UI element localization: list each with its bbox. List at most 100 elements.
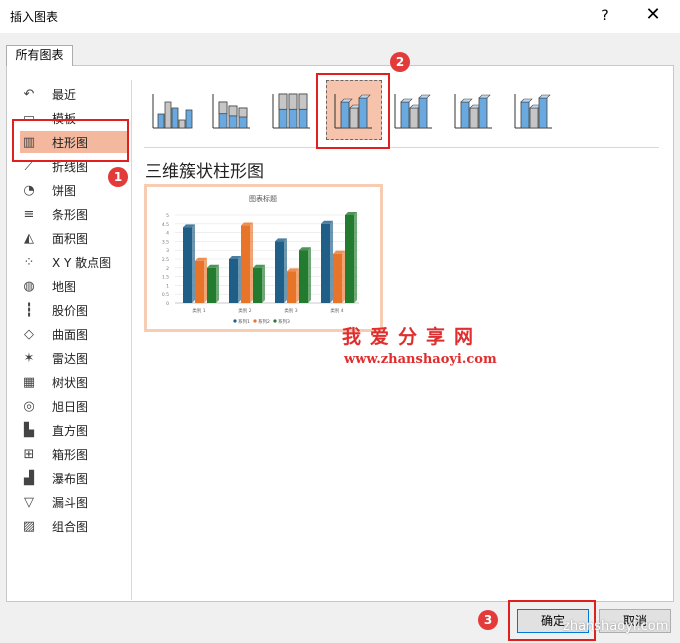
sidebar-item-funnel-chart[interactable]: ▽ 漏斗图 — [20, 491, 128, 513]
preview-y-tick: 1 — [166, 283, 169, 289]
scatter-chart-icon: ⁘ — [23, 254, 35, 270]
preview-bar-side — [204, 257, 207, 303]
preview-legend-label: 系列2 — [258, 318, 270, 325]
preview-bar-side — [262, 264, 265, 303]
title-bar — [0, 0, 680, 33]
subtype-3d-column[interactable] — [506, 80, 562, 140]
subtype-separator — [144, 147, 659, 148]
sidebar-item-label: 面积图 — [52, 231, 89, 246]
subtype-stacked-column-icon — [212, 94, 250, 129]
preview-bar-side — [216, 264, 219, 303]
preview-bar — [287, 271, 296, 303]
waterfall-chart-icon: ▟ — [24, 470, 34, 486]
preview-bar — [229, 259, 238, 303]
watermark-corner: zhanshaoyi.com — [563, 619, 669, 634]
sidebar-item-combo-chart[interactable]: ▨ 组合图 — [20, 515, 128, 537]
preview-y-tick: 0.5 — [162, 292, 169, 298]
preview-bar — [333, 253, 342, 303]
radar-chart-icon: ✶ — [23, 350, 35, 366]
close-button[interactable]: ✕ — [640, 4, 666, 28]
preview-bar — [345, 215, 354, 303]
preview-bar-side — [250, 222, 253, 303]
preview-bar — [195, 260, 204, 303]
sidebar-item-box-whisker-chart[interactable]: ⊞ 箱形图 — [20, 443, 128, 465]
pie-chart-icon: ◔ — [23, 182, 35, 198]
preview-bar — [253, 267, 262, 303]
preview-bar-side — [284, 238, 287, 303]
sidebar-item-stock-chart[interactable]: ┇ 股价图 — [20, 299, 128, 321]
preview-bar — [275, 241, 284, 303]
sidebar-item-label: 条形图 — [52, 207, 89, 222]
preview-bar-side — [308, 247, 311, 303]
sidebar-item-bar-chart[interactable]: ≡ 条形图 — [20, 203, 128, 225]
sidebar-item-radar-chart[interactable]: ✶ 雷达图 — [20, 347, 128, 369]
sidebar-item-scatter-chart[interactable]: ⁘ X Y 散点图 — [20, 251, 128, 273]
sidebar-divider — [131, 80, 132, 600]
preview-legend-label: 系列3 — [278, 318, 290, 325]
preview-bar — [299, 250, 308, 303]
sidebar-item-label: 漏斗图 — [52, 495, 89, 510]
preview-legend-label: 系列1 — [238, 318, 250, 325]
preview-y-tick: 4.5 — [162, 222, 169, 228]
preview-y-tick: 4 — [166, 231, 169, 237]
sidebar-item-label: 饼图 — [52, 183, 77, 198]
preview-legend-swatch — [233, 319, 237, 323]
sidebar-item-histogram-chart[interactable]: ▙ 直方图 — [20, 419, 128, 441]
highlight-box-subtype — [316, 73, 390, 149]
sidebar-item-label: 树状图 — [52, 375, 89, 390]
preview-y-tick: 1.5 — [162, 275, 169, 281]
subtype-heading: 三维簇状柱形图 — [145, 162, 264, 182]
preview-x-tick: 类别 3 — [284, 307, 297, 314]
preview-y-tick: 3.5 — [162, 239, 169, 245]
sidebar-item-map-chart[interactable]: ◍ 地图 — [20, 275, 128, 297]
preview-legend-swatch — [253, 319, 257, 323]
subtype-100-stacked-column-icon — [272, 93, 310, 129]
preview-y-tick: 0 — [166, 301, 169, 307]
preview-bar — [241, 225, 250, 303]
sidebar-item-label: 箱形图 — [52, 447, 89, 462]
subtype-100-stacked-column[interactable] — [264, 80, 320, 140]
histogram-chart-icon: ▙ — [24, 422, 34, 438]
subtype-3d-column-icon — [514, 94, 552, 129]
subtype-clustered-column[interactable] — [144, 80, 200, 140]
subtype-3d-100-stacked-column-icon — [454, 94, 492, 129]
help-button[interactable]: ? — [592, 4, 618, 28]
subtype-3d-stacked-column-icon — [394, 94, 432, 129]
sidebar-item-surface-chart[interactable]: ◇ 曲面图 — [20, 323, 128, 345]
preview-chart-title: 图表标题 — [249, 194, 277, 203]
sidebar-item-recent[interactable]: ↶ 最近 — [20, 83, 128, 105]
subtype-3d-100-stacked-column[interactable] — [446, 80, 502, 140]
combo-chart-icon: ▨ — [22, 518, 36, 534]
bar-chart-icon: ≡ — [23, 206, 35, 222]
subtype-3d-stacked-column[interactable] — [386, 80, 442, 140]
preview-y-tick: 2.5 — [162, 257, 169, 263]
sidebar-item-area-chart[interactable]: ◭ 面积图 — [20, 227, 128, 249]
chart-preview[interactable]: 图表标题 0 0.5 1 1.5 2 2.5 3 3.5 4 4.5 5 类别 1 类别 2 类别 3 类别 … — [144, 184, 383, 332]
preview-y-tick: 3 — [166, 248, 169, 254]
watermark-text: 我爱分享网 — [342, 326, 483, 348]
preview-bar-side — [296, 268, 299, 303]
step-badge-2: 2 — [390, 52, 410, 72]
sidebar-item-label: 股价图 — [52, 303, 89, 318]
tab-all-charts[interactable]: 所有图表 — [6, 45, 73, 66]
highlight-box-sidebar — [12, 119, 129, 162]
preview-y-tick: 5 — [166, 213, 169, 219]
preview-x-tick: 类别 4 — [330, 307, 343, 314]
sidebar-item-sunburst-chart[interactable]: ◎ 旭日图 — [20, 395, 128, 417]
sidebar-item-waterfall-chart[interactable]: ▟ 瀑布图 — [20, 467, 128, 489]
sidebar-item-label: 地图 — [52, 279, 77, 294]
sidebar-item-label: 组合图 — [52, 519, 89, 534]
preview-y-tick: 2 — [166, 266, 169, 272]
subtype-clustered-column-icon — [152, 94, 193, 129]
map-chart-icon: ◍ — [23, 278, 35, 294]
sunburst-chart-icon: ◎ — [23, 398, 35, 414]
step-badge-3: 3 — [478, 610, 498, 630]
sidebar-item-label: 直方图 — [52, 423, 89, 438]
preview-bar — [183, 227, 192, 303]
preview-bar-side — [330, 220, 333, 303]
sidebar-item-label: X Y 散点图 — [52, 255, 112, 270]
step-badge-1: 1 — [108, 167, 128, 187]
sidebar-item-treemap-chart[interactable]: ▦ 树状图 — [20, 371, 128, 393]
preview-chart: 图表标题 0 0.5 1 1.5 2 2.5 3 3.5 4 4.5 5 类别 1 类别 2 类别 3 类别 … — [147, 187, 380, 329]
subtype-stacked-column[interactable] — [204, 80, 260, 140]
